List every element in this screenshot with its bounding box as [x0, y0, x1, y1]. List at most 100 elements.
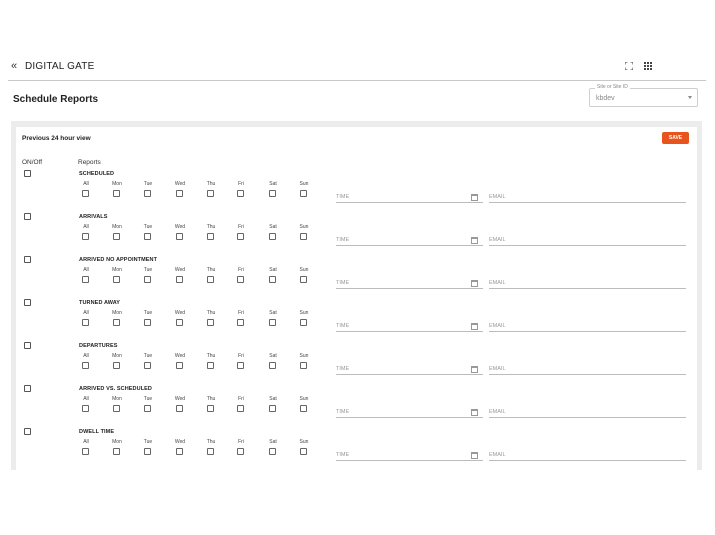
time-input[interactable]: TIME — [336, 279, 483, 289]
calendar-icon[interactable] — [471, 280, 478, 287]
day-checkbox[interactable] — [300, 319, 307, 326]
day-checkbox[interactable] — [269, 319, 276, 326]
day-checkbox[interactable] — [144, 405, 151, 412]
day-checkbox[interactable] — [237, 190, 244, 197]
time-input[interactable]: TIME — [336, 236, 483, 246]
time-input[interactable]: TIME — [336, 408, 483, 418]
day-checkbox[interactable] — [82, 190, 89, 197]
day-checkbox[interactable] — [269, 405, 276, 412]
day-checkbox[interactable] — [113, 448, 120, 455]
day-checkbox[interactable] — [176, 319, 183, 326]
calendar-icon[interactable] — [471, 452, 478, 459]
day-checkbox[interactable] — [237, 448, 244, 455]
day-checkbox[interactable] — [144, 319, 151, 326]
day-option: All — [80, 224, 100, 240]
day-checkbox[interactable] — [113, 190, 120, 197]
day-checkbox[interactable] — [176, 190, 183, 197]
day-checkbox[interactable] — [300, 405, 307, 412]
day-checkbox[interactable] — [176, 448, 183, 455]
day-checkbox[interactable] — [269, 233, 276, 240]
apps-grid-icon[interactable] — [644, 62, 652, 70]
email-input[interactable]: EMAIL — [489, 236, 686, 246]
day-checkbox[interactable] — [269, 362, 276, 369]
day-label: Thu — [206, 181, 216, 187]
day-checkbox[interactable] — [82, 362, 89, 369]
email-input[interactable]: EMAIL — [489, 408, 686, 418]
time-input[interactable]: TIME — [336, 322, 483, 332]
report-enable-checkbox[interactable] — [24, 299, 31, 306]
day-label: Sun — [299, 353, 309, 359]
calendar-icon[interactable] — [471, 366, 478, 373]
email-input[interactable]: EMAIL — [489, 279, 686, 289]
day-checkbox[interactable] — [144, 190, 151, 197]
day-checkbox[interactable] — [300, 190, 307, 197]
report-enable-checkbox[interactable] — [24, 170, 31, 177]
calendar-icon[interactable] — [471, 409, 478, 416]
calendar-icon[interactable] — [471, 194, 478, 201]
email-input[interactable]: EMAIL — [489, 451, 686, 461]
day-checkbox[interactable] — [237, 276, 244, 283]
day-checkbox[interactable] — [113, 233, 120, 240]
day-checkbox[interactable] — [237, 233, 244, 240]
top-bar: « DIGITAL GATE — [8, 56, 706, 81]
day-checkbox[interactable] — [82, 233, 89, 240]
report-enable-checkbox[interactable] — [24, 213, 31, 220]
day-option: Wed — [174, 224, 194, 240]
day-checkbox[interactable] — [207, 233, 214, 240]
day-checkbox[interactable] — [300, 448, 307, 455]
day-checkbox[interactable] — [176, 276, 183, 283]
report-enable-checkbox[interactable] — [24, 342, 31, 349]
time-input[interactable]: TIME — [336, 193, 483, 203]
day-checkbox[interactable] — [144, 448, 151, 455]
day-checkbox[interactable] — [176, 233, 183, 240]
day-checkbox[interactable] — [176, 362, 183, 369]
day-checkbox[interactable] — [300, 233, 307, 240]
time-input[interactable]: TIME — [336, 451, 483, 461]
day-option: Sun — [298, 267, 318, 283]
report-enable-checkbox[interactable] — [24, 428, 31, 435]
calendar-icon[interactable] — [471, 323, 478, 330]
day-checkbox[interactable] — [269, 276, 276, 283]
day-checkbox[interactable] — [82, 448, 89, 455]
site-select[interactable]: Site or Site ID kbdev — [589, 84, 698, 107]
day-checkbox[interactable] — [144, 362, 151, 369]
email-input[interactable]: EMAIL — [489, 322, 686, 332]
day-checkbox[interactable] — [82, 405, 89, 412]
save-button[interactable]: SAVE — [662, 132, 689, 144]
day-checkbox[interactable] — [300, 362, 307, 369]
day-checkbox[interactable] — [207, 362, 214, 369]
double-chevron-left-icon[interactable]: « — [11, 61, 17, 72]
day-checkbox[interactable] — [207, 448, 214, 455]
day-checkbox[interactable] — [113, 276, 120, 283]
day-checkbox[interactable] — [82, 319, 89, 326]
report-enable-checkbox[interactable] — [24, 256, 31, 263]
day-label: Wed — [174, 310, 186, 316]
day-label: Fri — [238, 353, 244, 359]
day-checkbox[interactable] — [113, 319, 120, 326]
fullscreen-icon[interactable] — [625, 62, 633, 70]
day-checkbox[interactable] — [207, 319, 214, 326]
email-input[interactable]: EMAIL — [489, 365, 686, 375]
day-checkbox[interactable] — [82, 276, 89, 283]
day-checkbox[interactable] — [144, 233, 151, 240]
day-checkbox[interactable] — [237, 405, 244, 412]
day-label: Fri — [238, 439, 244, 445]
day-checkbox[interactable] — [113, 362, 120, 369]
day-checkbox[interactable] — [237, 319, 244, 326]
day-checkbox[interactable] — [269, 190, 276, 197]
day-checkbox[interactable] — [207, 405, 214, 412]
day-checkbox[interactable] — [237, 362, 244, 369]
day-checkbox[interactable] — [207, 276, 214, 283]
day-option: Tue — [142, 396, 162, 412]
time-input[interactable]: TIME — [336, 365, 483, 375]
day-checkbox[interactable] — [144, 276, 151, 283]
time-placeholder: TIME — [336, 452, 350, 458]
day-checkbox[interactable] — [113, 405, 120, 412]
calendar-icon[interactable] — [471, 237, 478, 244]
email-input[interactable]: EMAIL — [489, 193, 686, 203]
day-checkbox[interactable] — [207, 190, 214, 197]
report-enable-checkbox[interactable] — [24, 385, 31, 392]
day-checkbox[interactable] — [176, 405, 183, 412]
day-checkbox[interactable] — [300, 276, 307, 283]
day-checkbox[interactable] — [269, 448, 276, 455]
